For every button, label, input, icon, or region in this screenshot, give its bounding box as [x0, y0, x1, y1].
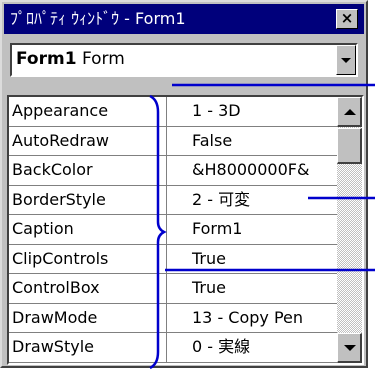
object-selector-dropdown-button[interactable]	[336, 45, 356, 75]
property-row[interactable]: Caption Form1	[9, 215, 337, 245]
property-row[interactable]: DrawStyle 0 - 実線	[9, 333, 337, 363]
property-row[interactable]: BorderStyle 2 - 可変	[9, 185, 337, 215]
property-name: Appearance	[9, 97, 167, 126]
arrow-up-icon	[344, 109, 356, 115]
property-value[interactable]: 1 - 3D	[168, 97, 337, 126]
property-value[interactable]: &H8000000F&	[168, 156, 337, 185]
property-value[interactable]: True	[168, 245, 337, 274]
property-row[interactable]: AutoRedraw False	[9, 126, 337, 156]
property-value[interactable]: False	[168, 127, 337, 156]
property-row[interactable]: ControlBox True	[9, 274, 337, 304]
close-button[interactable]: ×	[336, 9, 358, 29]
properties-window: ﾌﾟﾛﾊﾟﾃｨ ｳｨﾝﾄﾞｳ - Form1 × Form1 Form Appe…	[0, 0, 368, 368]
property-list: Appearance 1 - 3D AutoRedraw False BackColor…	[9, 97, 337, 363]
close-icon: ×	[340, 9, 354, 27]
property-name: DrawStyle	[9, 333, 167, 362]
object-selector[interactable]: Form1 Form	[10, 43, 358, 77]
scroll-thumb[interactable]	[337, 128, 362, 164]
property-name: ControlBox	[9, 274, 167, 303]
chevron-down-icon	[341, 58, 351, 63]
property-name: Caption	[9, 215, 167, 244]
property-row[interactable]: ClipControls True	[9, 244, 337, 274]
vertical-scrollbar[interactable]	[337, 97, 362, 363]
property-grid: Appearance 1 - 3D AutoRedraw False BackColor…	[7, 95, 364, 365]
property-name: BackColor	[9, 156, 167, 185]
title-bar[interactable]: ﾌﾟﾛﾊﾟﾃｨ ｳｨﾝﾄﾞｳ - Form1 ×	[4, 4, 364, 34]
property-value[interactable]: 0 - 実線	[168, 333, 337, 362]
property-name: BorderStyle	[9, 185, 167, 214]
property-row[interactable]: BackColor &H8000000F&	[9, 156, 337, 186]
window-title: ﾌﾟﾛﾊﾟﾃｨ ｳｨﾝﾄﾞｳ - Form1	[10, 9, 186, 28]
scroll-down-button[interactable]	[337, 333, 362, 363]
property-name: AutoRedraw	[9, 126, 167, 155]
property-name: ClipControls	[9, 244, 167, 273]
object-name: Form1	[16, 49, 77, 69]
scroll-up-button[interactable]	[337, 97, 362, 127]
property-value[interactable]: 2 - 可変	[168, 186, 337, 215]
property-value[interactable]: 13 - Copy Pen	[168, 304, 337, 333]
property-row[interactable]: Appearance 1 - 3D	[9, 97, 337, 127]
arrow-down-icon	[344, 345, 356, 351]
property-name: DrawMode	[9, 303, 167, 332]
object-type: Form	[81, 49, 125, 69]
property-value[interactable]: Form1	[168, 215, 337, 244]
property-value[interactable]: True	[168, 274, 337, 303]
property-row[interactable]: DrawMode 13 - Copy Pen	[9, 303, 337, 333]
